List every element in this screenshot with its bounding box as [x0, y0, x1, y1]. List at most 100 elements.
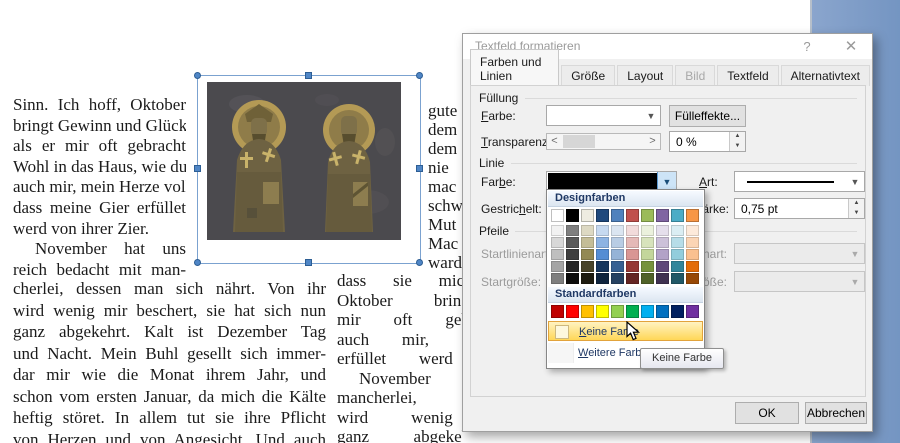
- selection-handle[interactable]: [416, 165, 423, 172]
- standard-color-swatch[interactable]: [611, 305, 624, 318]
- variant-color-swatch[interactable]: [581, 225, 594, 236]
- tab-layout[interactable]: Layout: [617, 65, 673, 86]
- tab-farben-und-linien[interactable]: Farben und Linien: [470, 49, 559, 86]
- theme-color-swatch[interactable]: [641, 209, 654, 222]
- variant-color-swatch[interactable]: [551, 249, 564, 260]
- transparency-slider[interactable]: < >: [546, 133, 661, 150]
- variant-color-swatch[interactable]: [566, 237, 579, 248]
- variant-color-swatch[interactable]: [686, 261, 699, 272]
- theme-color-swatch[interactable]: [656, 209, 669, 222]
- chevron-down-icon[interactable]: ▼: [846, 172, 864, 191]
- variant-color-swatch[interactable]: [551, 225, 564, 236]
- standard-color-swatch[interactable]: [566, 305, 579, 318]
- variant-color-swatch[interactable]: [626, 261, 639, 272]
- variant-color-swatch[interactable]: [611, 249, 624, 260]
- variant-color-swatch[interactable]: [671, 225, 684, 236]
- variant-color-swatch[interactable]: [581, 237, 594, 248]
- variant-color-swatch[interactable]: [656, 225, 669, 236]
- variant-color-swatch[interactable]: [656, 261, 669, 272]
- selection-handle[interactable]: [305, 72, 312, 79]
- transparency-spinner[interactable]: 0 % ▲▼: [669, 131, 746, 152]
- variant-color-swatch[interactable]: [671, 273, 684, 284]
- slider-thumb[interactable]: [563, 135, 595, 148]
- variant-color-swatch[interactable]: [596, 273, 609, 284]
- variant-color-swatch[interactable]: [596, 225, 609, 236]
- theme-color-swatch[interactable]: [671, 209, 684, 222]
- standard-color-swatch[interactable]: [656, 305, 669, 318]
- variant-color-swatch[interactable]: [566, 261, 579, 272]
- variant-color-swatch[interactable]: [611, 225, 624, 236]
- variant-color-swatch[interactable]: [611, 261, 624, 272]
- variant-color-swatch[interactable]: [671, 261, 684, 272]
- variant-color-swatch[interactable]: [596, 237, 609, 248]
- standard-color-swatch[interactable]: [671, 305, 684, 318]
- theme-color-swatch[interactable]: [686, 209, 699, 222]
- variant-color-swatch[interactable]: [626, 225, 639, 236]
- variant-color-swatch[interactable]: [641, 273, 654, 284]
- variant-color-swatch[interactable]: [626, 237, 639, 248]
- spinner-arrows[interactable]: ▲▼: [848, 199, 864, 218]
- variant-color-swatch[interactable]: [671, 249, 684, 260]
- inline-image[interactable]: [207, 82, 401, 240]
- variant-color-swatch[interactable]: [626, 273, 639, 284]
- standard-color-swatch[interactable]: [626, 305, 639, 318]
- tab-gr-e[interactable]: Größe: [561, 65, 615, 86]
- tab-alternativtext[interactable]: Alternativtext: [781, 65, 870, 86]
- line-style-combobox[interactable]: ▼: [734, 171, 865, 192]
- variant-color-swatch[interactable]: [581, 273, 594, 284]
- fill-color-combobox[interactable]: ▼: [546, 105, 661, 126]
- variant-color-swatch[interactable]: [641, 261, 654, 272]
- fill-effects-button[interactable]: Fülleffekte...: [669, 105, 746, 127]
- theme-color-swatch[interactable]: [566, 209, 579, 222]
- variant-color-swatch[interactable]: [671, 237, 684, 248]
- variant-color-swatch[interactable]: [566, 249, 579, 260]
- help-icon[interactable]: ?: [792, 37, 822, 57]
- theme-color-swatch[interactable]: [596, 209, 609, 222]
- variant-color-swatch[interactable]: [656, 249, 669, 260]
- variant-color-swatch[interactable]: [641, 237, 654, 248]
- standard-color-swatch[interactable]: [581, 305, 594, 318]
- selection-handle[interactable]: [194, 259, 201, 266]
- variant-color-swatch[interactable]: [566, 273, 579, 284]
- variant-color-swatch[interactable]: [611, 237, 624, 248]
- standard-color-swatch[interactable]: [596, 305, 609, 318]
- variant-color-swatch[interactable]: [581, 249, 594, 260]
- chevron-down-icon[interactable]: ▼: [642, 106, 660, 125]
- standard-color-swatch[interactable]: [641, 305, 654, 318]
- selection-handle[interactable]: [416, 72, 423, 79]
- theme-color-swatch[interactable]: [581, 209, 594, 222]
- tab-textfeld[interactable]: Textfeld: [717, 65, 778, 86]
- variant-color-swatch[interactable]: [686, 273, 699, 284]
- selection-handle[interactable]: [194, 72, 201, 79]
- ok-button[interactable]: OK: [735, 402, 799, 424]
- selection-handle[interactable]: [416, 259, 423, 266]
- variant-color-swatch[interactable]: [686, 237, 699, 248]
- theme-color-swatch[interactable]: [626, 209, 639, 222]
- variant-color-swatch[interactable]: [551, 273, 564, 284]
- variant-color-swatch[interactable]: [596, 261, 609, 272]
- selection-handle[interactable]: [305, 259, 312, 266]
- variant-color-swatch[interactable]: [581, 261, 594, 272]
- variant-color-swatch[interactable]: [641, 225, 654, 236]
- cancel-button[interactable]: Abbrechen: [805, 402, 867, 424]
- variant-color-swatch[interactable]: [686, 249, 699, 260]
- variant-color-swatch[interactable]: [656, 237, 669, 248]
- standard-color-swatch[interactable]: [686, 305, 699, 318]
- variant-color-swatch[interactable]: [596, 249, 609, 260]
- variant-color-swatch[interactable]: [626, 249, 639, 260]
- variant-color-swatch[interactable]: [566, 225, 579, 236]
- slider-right-arrow-icon[interactable]: >: [645, 134, 660, 149]
- theme-color-swatch[interactable]: [551, 209, 564, 222]
- spinner-arrows[interactable]: ▲▼: [729, 132, 745, 151]
- tab-bild[interactable]: Bild: [675, 65, 715, 86]
- variant-color-swatch[interactable]: [551, 261, 564, 272]
- variant-color-swatch[interactable]: [686, 225, 699, 236]
- standard-color-swatch[interactable]: [551, 305, 564, 318]
- line-weight-spinner[interactable]: 0,75 pt ▲▼: [734, 198, 865, 219]
- slider-left-arrow-icon[interactable]: <: [547, 134, 562, 149]
- variant-color-swatch[interactable]: [641, 249, 654, 260]
- variant-color-swatch[interactable]: [656, 273, 669, 284]
- close-icon[interactable]: ✕: [836, 37, 866, 57]
- variant-color-swatch[interactable]: [551, 237, 564, 248]
- selection-handle[interactable]: [194, 165, 201, 172]
